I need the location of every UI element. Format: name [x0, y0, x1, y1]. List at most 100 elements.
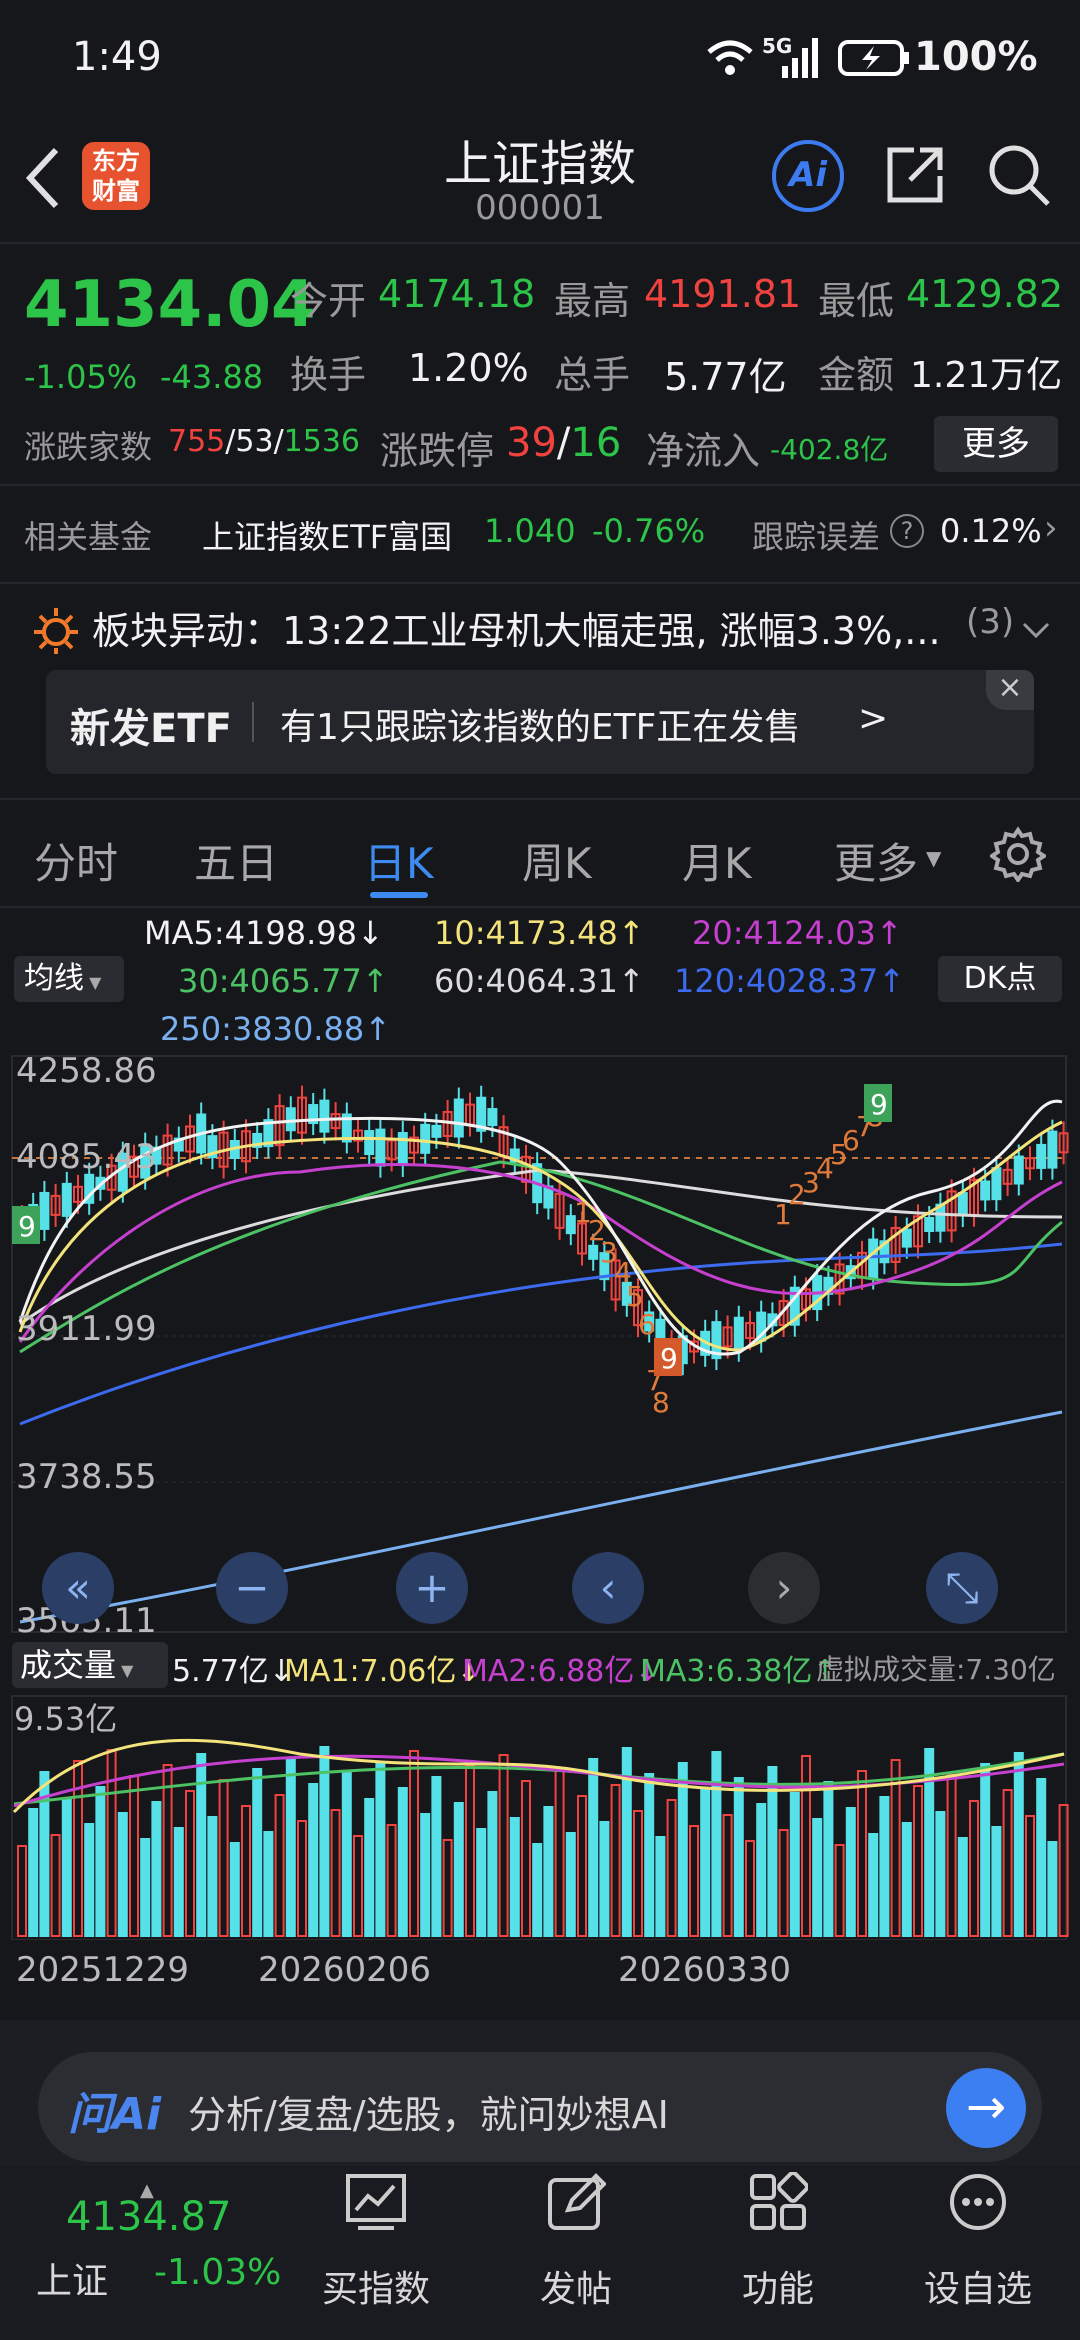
volume-bar: [666, 1799, 677, 1937]
zoom-out-icon[interactable]: −: [216, 1552, 288, 1624]
breadth-label: 涨跌家数: [24, 428, 153, 466]
tab-more[interactable]: 更多: [834, 830, 918, 891]
nav-buy-index[interactable]: 买指数: [311, 2260, 441, 2312]
volume-bar: [957, 1837, 968, 1937]
grid-icon[interactable]: [748, 2172, 808, 2232]
tab-monthly-k[interactable]: 月K: [682, 830, 752, 891]
nav-add-watchlist[interactable]: 设自选: [913, 2260, 1043, 2312]
fullscreen-icon[interactable]: ⤡: [926, 1552, 998, 1624]
volume-bar: [543, 1806, 554, 1937]
volume-bar: [1047, 1841, 1058, 1937]
volume-bar: [789, 1792, 800, 1937]
more-button[interactable]: 更多: [934, 416, 1058, 472]
chart-trend-icon[interactable]: [344, 2172, 408, 2232]
app-logo[interactable]: 东方财富: [82, 142, 150, 210]
banner-tag: 新发ETF: [70, 706, 232, 752]
alert-text: 板块异动：13:22工业母机大幅走强, 涨幅3.3%,...: [92, 609, 941, 653]
volume-bar: [913, 1785, 923, 1937]
volume-label: 总手: [554, 353, 631, 397]
volume-bar: [521, 1780, 531, 1937]
candle: [868, 1238, 879, 1279]
kline-chart[interactable]: 9123456789123456789 4258.86 4085.43 3911…: [0, 1052, 1080, 1636]
volume-chart[interactable]: 9.53亿: [0, 1694, 1080, 1940]
send-arrow-icon[interactable]: →: [946, 2068, 1026, 2148]
y-tick-label: 4258.86: [16, 1052, 157, 1091]
volume-bar: [677, 1762, 688, 1937]
volume-bar: [375, 1761, 386, 1937]
volume-bar: [61, 1797, 72, 1937]
volume-bar: [1025, 1815, 1035, 1937]
edit-icon[interactable]: [546, 2172, 606, 2232]
ticker-change: -1.03%: [154, 2252, 282, 2293]
y-tick-label: 4085.43: [16, 1137, 157, 1177]
nav-post[interactable]: 发帖: [511, 2260, 641, 2312]
volume-bar: [17, 1845, 27, 1937]
tab-intraday[interactable]: 分时: [34, 830, 118, 891]
volume-bar: [162, 1764, 173, 1937]
back-icon[interactable]: [22, 146, 62, 210]
fund-change: -0.76%: [592, 512, 706, 550]
ma120-line: [19, 1242, 1063, 1426]
zoom-in-icon[interactable]: +: [396, 1552, 468, 1624]
candle: [924, 1217, 935, 1233]
volume-bar: [599, 1821, 610, 1937]
volume-bar: [644, 1773, 655, 1937]
volume-bar: [980, 1763, 991, 1937]
search-icon[interactable]: [986, 142, 1052, 208]
volume-bar: [722, 1814, 733, 1937]
breadth-up: 755: [168, 424, 226, 459]
volume-bar: [386, 1824, 397, 1937]
candle: [1047, 1130, 1058, 1169]
volume-bar: [476, 1828, 487, 1937]
tab-indicator: [370, 892, 428, 898]
volume-bar: [991, 1826, 1002, 1937]
candle: [364, 1130, 375, 1156]
step-forward-icon[interactable]: ›: [748, 1552, 820, 1624]
candle: [61, 1182, 72, 1217]
candle: [39, 1191, 50, 1230]
volume-bar: [901, 1822, 912, 1937]
gear-icon[interactable]: [990, 826, 1046, 882]
divider: [0, 906, 1080, 908]
vol-ma3: MA3:6.38亿↑: [640, 1654, 838, 1689]
alert-count: (3): [966, 602, 1015, 642]
volume-bar: [185, 1790, 195, 1937]
ma5-value: MA5:4198.98↓: [144, 914, 384, 952]
fund-name: 上证指数ETF富国: [202, 518, 453, 556]
volume-bar: [252, 1768, 263, 1937]
candle: [957, 1192, 968, 1217]
banner-arrow: >: [858, 698, 889, 739]
ai-button[interactable]: Ai: [772, 140, 844, 212]
ask-ai-brand: 问Ai: [68, 2089, 162, 2140]
nav-functions[interactable]: 功能: [713, 2260, 843, 2312]
volume-selector[interactable]: 成交量 ▼: [12, 1642, 168, 1688]
share-icon[interactable]: [884, 144, 946, 206]
dk-button[interactable]: DK点: [938, 956, 1062, 1002]
tab-weekly-k[interactable]: 周K: [522, 830, 592, 891]
volume-bar: [689, 1825, 699, 1937]
td-mark: 6: [638, 1308, 656, 1341]
index-ticker[interactable]: ▲ 4134.87 上证 -1.03%: [20, 2180, 290, 2320]
etf-banner[interactable]: 新发ETF 有1只跟踪该指数的ETF正在发售 > ×: [46, 670, 1034, 774]
close-icon[interactable]: ×: [986, 670, 1034, 710]
ask-ai-input[interactable]: 问Ai 分析/复盘/选股，就问妙想AI →: [38, 2052, 1042, 2162]
related-fund-row[interactable]: 相关基金 上证指数ETF富国 1.040 -0.76% 跟踪误差 ? 0.12%…: [0, 486, 1080, 582]
ticker-price: 4134.87: [66, 2194, 232, 2240]
volume-bar: [834, 1844, 845, 1937]
volume-bar: [532, 1843, 543, 1937]
open-label: 今开: [290, 279, 367, 323]
fast-back-icon[interactable]: «: [42, 1552, 114, 1624]
battery-icon: [838, 40, 909, 76]
more-dots-icon[interactable]: [948, 2172, 1008, 2232]
help-icon[interactable]: ?: [890, 514, 924, 548]
volume-bar: [465, 1765, 475, 1937]
sector-alert-row[interactable]: 板块异动：13:22工业母机大幅走强, 涨幅3.3%,... (3): [0, 584, 1080, 680]
tab-daily-k[interactable]: 日K: [364, 830, 434, 891]
volume-bar: [1013, 1752, 1024, 1937]
tab-five-day[interactable]: 五日: [194, 830, 278, 891]
step-back-icon[interactable]: ‹: [572, 1552, 644, 1624]
volume-bar: [274, 1794, 285, 1937]
ma-selector[interactable]: 均线 ▼: [14, 956, 124, 1002]
volume-bar: [756, 1803, 767, 1937]
volume-bar: [823, 1781, 834, 1937]
